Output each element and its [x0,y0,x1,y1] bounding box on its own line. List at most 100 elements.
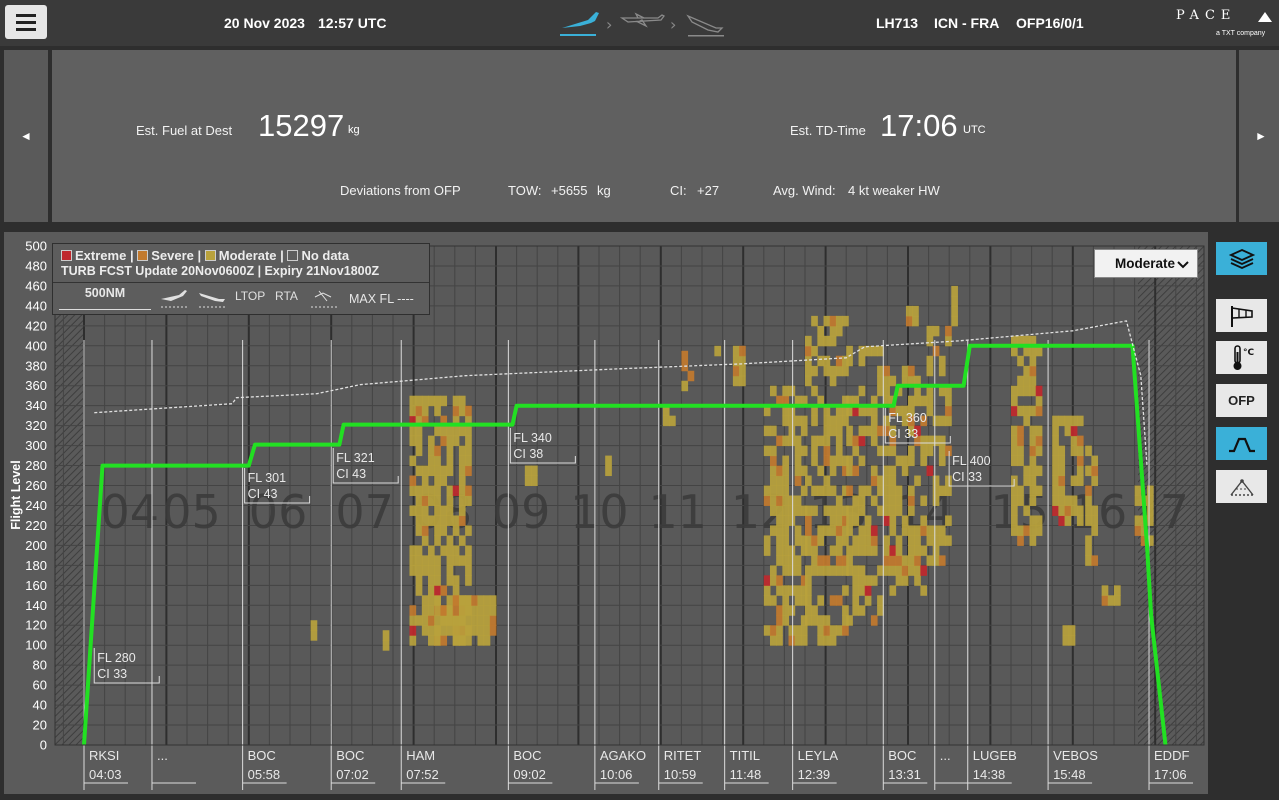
waypoint-name[interactable]: TITIL [730,748,760,763]
turbulence-cell [883,445,890,457]
turbulence-cell [1052,445,1059,457]
turbulence-cell [870,535,878,546]
waypoint-name[interactable]: EDDF [1154,748,1189,763]
turbulence-cell [889,495,897,506]
next-page-button[interactable]: ► [1239,50,1279,222]
waypoint-name[interactable]: LUGEB [973,748,1017,763]
waypoint-name[interactable]: BOC [513,748,541,763]
turbulence-cell [852,515,860,526]
turbulence-cell [769,485,777,496]
turbulence-cell [823,555,831,566]
turbulence-cell [428,485,435,496]
turbulence-cell [1076,475,1084,487]
turbulence-cell [769,495,777,506]
layers-button[interactable] [1216,242,1267,275]
turbulence-cell [829,565,837,576]
severity-dropdown[interactable]: Moderate [1094,249,1198,278]
waypoint-name[interactable]: VEBOS [1053,748,1098,763]
turbulence-cell [434,505,441,516]
turbulence-cell [889,375,897,387]
y-tick-label: 60 [33,678,47,693]
vertical-profile-chart[interactable]: 0 20 40 60 80 100 120 140 160 180 200 220 240 260 280 3… [0,0,1210,800]
turbulence-cell [452,545,460,556]
waypoint-name[interactable]: HAM [406,748,435,763]
turbulence-cell [776,575,783,586]
turbulence-cell [852,575,860,586]
turbulence-cell [428,635,435,646]
turbulence-cell [945,445,952,457]
landing-filter-icon[interactable] [197,287,227,311]
turbulence-cell [1114,595,1121,606]
terrain-button[interactable] [1216,470,1267,503]
turbulence-cell [782,565,790,576]
rta-button[interactable]: RTA [275,289,298,303]
turbulence-cell [1023,465,1031,477]
scale-500nm-button[interactable]: 500NM [59,286,151,310]
turbulence-cell [782,545,790,556]
turbulence-cell [800,425,808,437]
turbulence-cell [421,495,429,506]
waypoint-name[interactable]: RITET [664,748,702,763]
y-axis-label: Flight Level [9,460,23,529]
waypoint-name[interactable]: AGAKO [600,748,646,763]
turbulence-cell [938,355,946,367]
y-tick-label: 480 [25,258,47,273]
wind-button[interactable] [1216,299,1267,332]
turbulence-cell [938,445,946,457]
turbulence-cell [458,535,466,546]
turbulence-cell [811,485,818,496]
turbulence-cell [883,545,890,556]
turbulence-cell [858,605,866,616]
turbulence-cell [889,565,897,576]
turbulence-cell [452,625,460,636]
turbulence-cell [908,445,915,457]
turbulence-cell [1029,515,1037,526]
waypoint-name[interactable]: RKSI [89,748,119,763]
turbulence-cell [895,535,903,546]
turbulence-cell [829,505,837,516]
turbulence-cell [769,595,777,606]
turbulence-cell [1091,455,1099,467]
waypoint-name[interactable]: BOC [336,748,364,763]
turbulence-cell [914,565,921,576]
ltop-button[interactable]: LTOP [235,289,265,303]
turbulence-cell [776,525,783,536]
turbulence-cell [465,555,472,566]
turbulence-cell [951,305,958,317]
turbulence-cell [465,455,472,467]
takeoff-filter-icon[interactable] [159,287,189,311]
turbulence-cell [864,425,872,437]
waypoint-name[interactable]: ... [940,748,951,763]
turbulence-cell [829,315,837,327]
turbulence-cell [805,525,812,536]
vertical-profile-button[interactable] [1216,427,1267,460]
turbulence-cell [1052,485,1059,496]
turbulence-cell [846,565,853,576]
turbulence-cell [951,295,958,307]
turbulence-cell [458,595,466,606]
turbulence-cell [829,485,837,496]
turbulence-cell [440,585,448,596]
turbulence-cell [823,445,831,457]
turbulence-cell [434,605,441,616]
turbulence-cell [846,435,853,447]
turbulence-cell [1070,505,1078,516]
weather-filter-icon[interactable] [309,287,339,311]
turbulence-cell [938,525,946,536]
waypoint-name[interactable]: LEYLA [798,748,839,763]
turbulence-cell [310,620,318,631]
turbulence-cell [471,625,478,636]
turbulence-cell [908,525,915,536]
temperature-button[interactable]: °C [1216,341,1267,374]
waypoint-name[interactable]: BOC [248,748,276,763]
turbulence-cell [434,625,441,636]
turbulence-cell [1029,355,1037,367]
waypoint-name[interactable]: ... [157,748,168,763]
turbulence-cell [1011,525,1018,536]
turbulence-cell [421,485,429,496]
ofp-button[interactable]: OFP [1216,384,1267,417]
turbulence-cell [1052,475,1059,487]
waypoint-name[interactable]: BOC [888,748,916,763]
turbulence-cell [852,535,860,546]
turbulence-cell [458,455,466,467]
